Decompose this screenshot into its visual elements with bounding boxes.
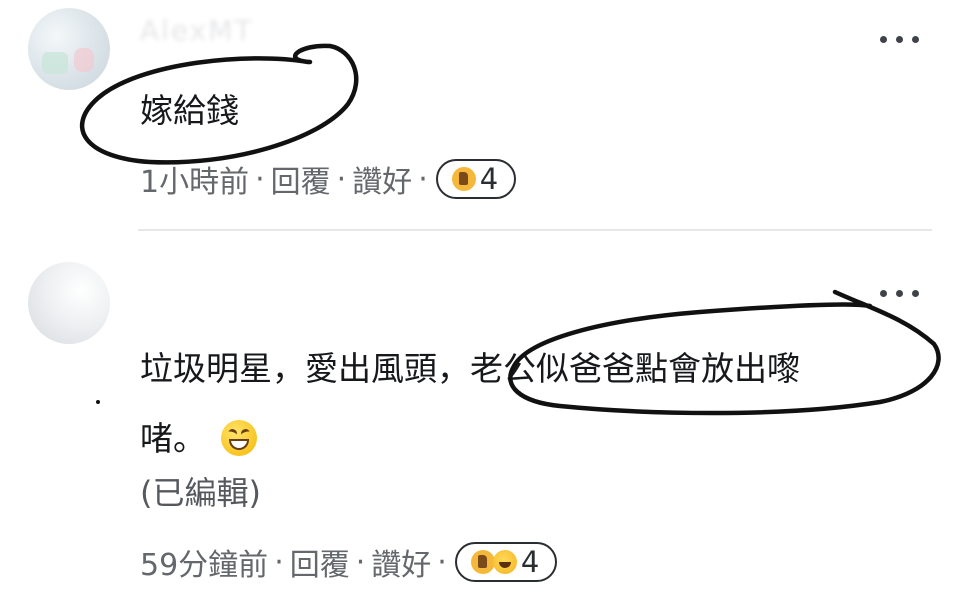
avatar-image-detail [74,48,94,72]
meta-separator: · [418,161,428,197]
comment-text-end: 啫。 [140,419,206,458]
like-link[interactable]: 讚好 [371,540,431,584]
commenter-avatar[interactable] [28,8,110,90]
meta-separator: · [437,544,447,580]
comment-text: 嫁給錢 [140,91,239,130]
reaction-count-pill[interactable]: 4 [435,159,517,199]
like-link[interactable]: 讚好 [352,157,412,201]
more-options-icon[interactable] [880,26,930,50]
grinning-squinting-face-icon [220,420,257,456]
meta-separator: · [274,544,284,580]
laugh-icon [492,550,517,574]
comment-divider [138,229,932,231]
reaction-count: 4 [520,545,540,579]
ink-dot [96,400,100,404]
meta-separator: · [355,544,366,580]
like-icon [451,167,476,191]
meta-separator: · [255,161,265,197]
comment-text-line-2: 啫。 [140,420,257,456]
more-options-icon[interactable] [880,280,930,304]
commenter-name[interactable]: AlexMT [140,14,254,47]
reply-link[interactable]: 回覆 [271,157,331,201]
edited-label: (已編輯) [140,474,261,512]
commenter-avatar[interactable] [28,262,110,344]
like-icon [470,550,495,574]
reaction-count-pill[interactable]: 4 [454,542,558,582]
reply-link[interactable]: 回覆 [290,540,350,584]
meta-separator: · [336,161,347,197]
comment-timestamp: 59分鐘前 [140,548,269,583]
comment-meta-row: 1小時前 · 回覆 · 讚好 · 4 [140,157,517,201]
comment-text-line: 垃圾明星，愛出風頭，老公似爸爸點會放出嚟 [140,349,800,388]
avatar-image-detail [42,52,68,74]
comment-meta-row: 59分鐘前 · 回覆 · 讚好 · 4 [140,540,558,584]
comment-timestamp: 1小時前 [140,165,250,200]
reaction-count: 4 [479,162,499,196]
